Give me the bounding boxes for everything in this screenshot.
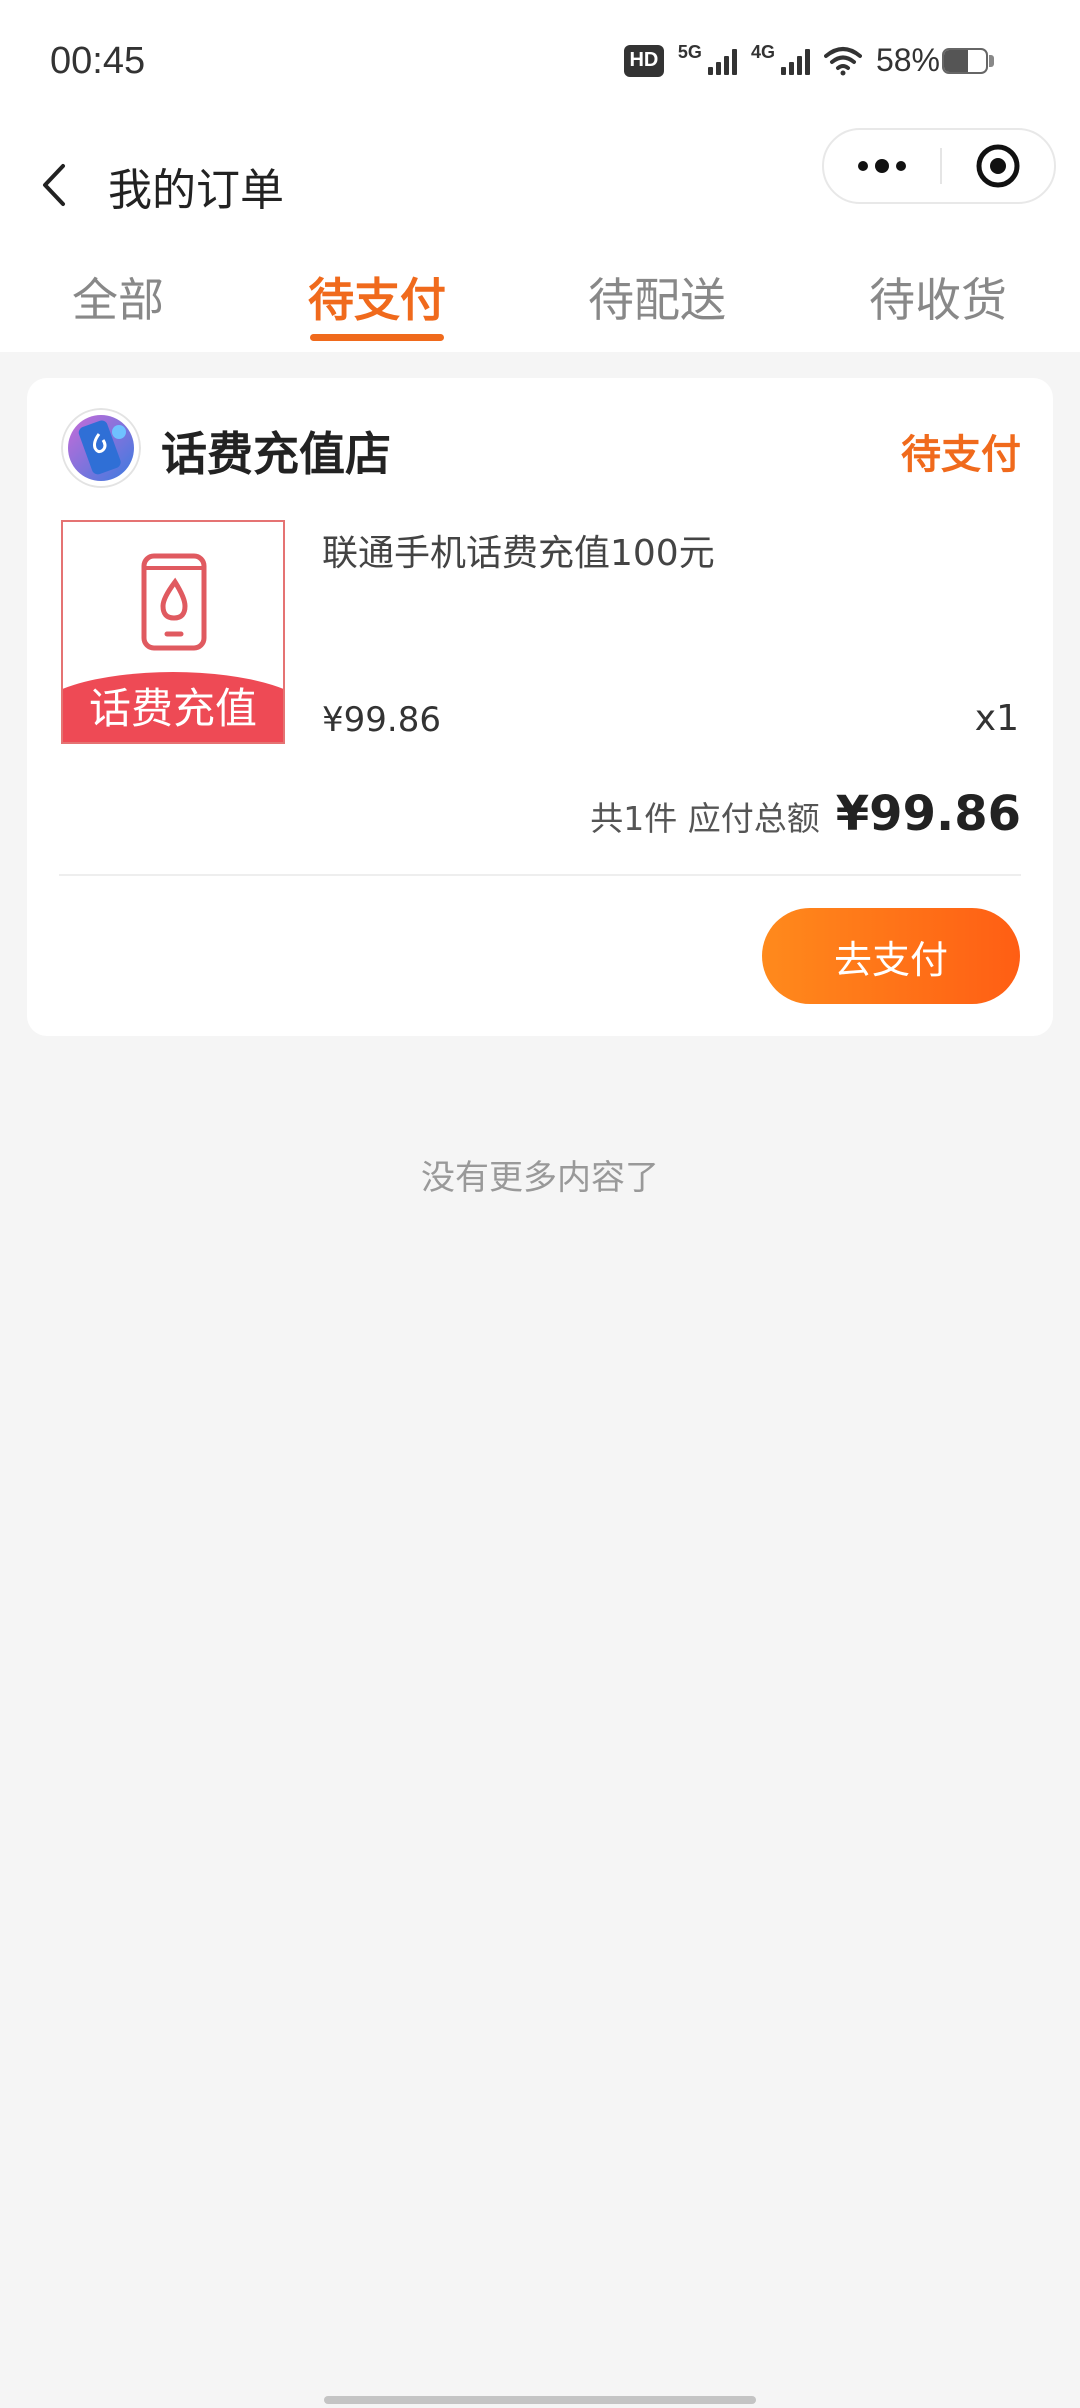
total-label: 共1件 应付总额 (590, 799, 820, 838)
pay-button[interactable]: 去支付 (762, 908, 1020, 1004)
card-divider (59, 874, 1021, 876)
wifi-icon (823, 46, 862, 75)
status-time: 00:45 (50, 40, 146, 82)
no-more-content-text: 没有更多内容了 (421, 1158, 659, 1198)
status-indicators: HD 5G 4G 58% (623, 42, 940, 79)
signal-5g-icon (707, 47, 737, 75)
order-card[interactable]: 话费充值店 待支付 话费充值 联通手机话费充值100元 ¥99.86 x1 共1… (27, 378, 1053, 1036)
thumbnail-label: 话费充值 (88, 684, 257, 733)
tab-pending-payment[interactable]: 待支付 (277, 264, 477, 330)
product-thumbnail[interactable]: 话费充值 (61, 520, 285, 744)
target-circle-icon[interactable] (942, 130, 1054, 202)
battery-icon (942, 48, 988, 74)
order-status-badge: 待支付 (901, 432, 1021, 478)
tab-all[interactable]: 全部 (18, 264, 218, 330)
miniprogram-capsule (822, 128, 1056, 204)
tab-pending-delivery[interactable]: 待配送 (557, 264, 757, 330)
product-price: ¥99.86 (322, 700, 441, 740)
page-title: 我的订单 (108, 165, 284, 216)
store-name[interactable]: 话费充值店 (161, 418, 391, 484)
active-tab-indicator (310, 334, 444, 341)
more-dots-icon[interactable] (824, 130, 940, 202)
battery-percent: 58% (875, 42, 940, 78)
total-amount: ¥99.86 (835, 786, 1021, 842)
hd-icon: HD (623, 44, 664, 77)
header-area: 00:45 HD 5G 4G 58% 我的订单 全部 待支付 待配送 待收货 (0, 0, 1080, 352)
chevron-left-icon[interactable] (34, 150, 74, 220)
phone-drop-icon (141, 553, 207, 651)
tab-pending-receipt[interactable]: 待收货 (838, 264, 1038, 330)
recharge-logo-icon (61, 408, 141, 488)
battery-tip (989, 55, 994, 67)
order-total-row: 共1件 应付总额 ¥99.86 (590, 786, 1021, 842)
battery-level (944, 50, 969, 72)
signal-4g-icon (780, 47, 810, 75)
status-bar: 00:45 HD 5G 4G 58% (0, 0, 1080, 130)
product-quantity: x1 (974, 698, 1019, 739)
order-tabs: 全部 待支付 待配送 待收货 (0, 250, 1080, 352)
home-indicator[interactable] (324, 2396, 756, 2404)
product-name[interactable]: 联通手机话费充值100元 (322, 524, 715, 576)
network-4g-label: 4G (750, 42, 775, 62)
network-5g-label: 5G (677, 42, 702, 62)
